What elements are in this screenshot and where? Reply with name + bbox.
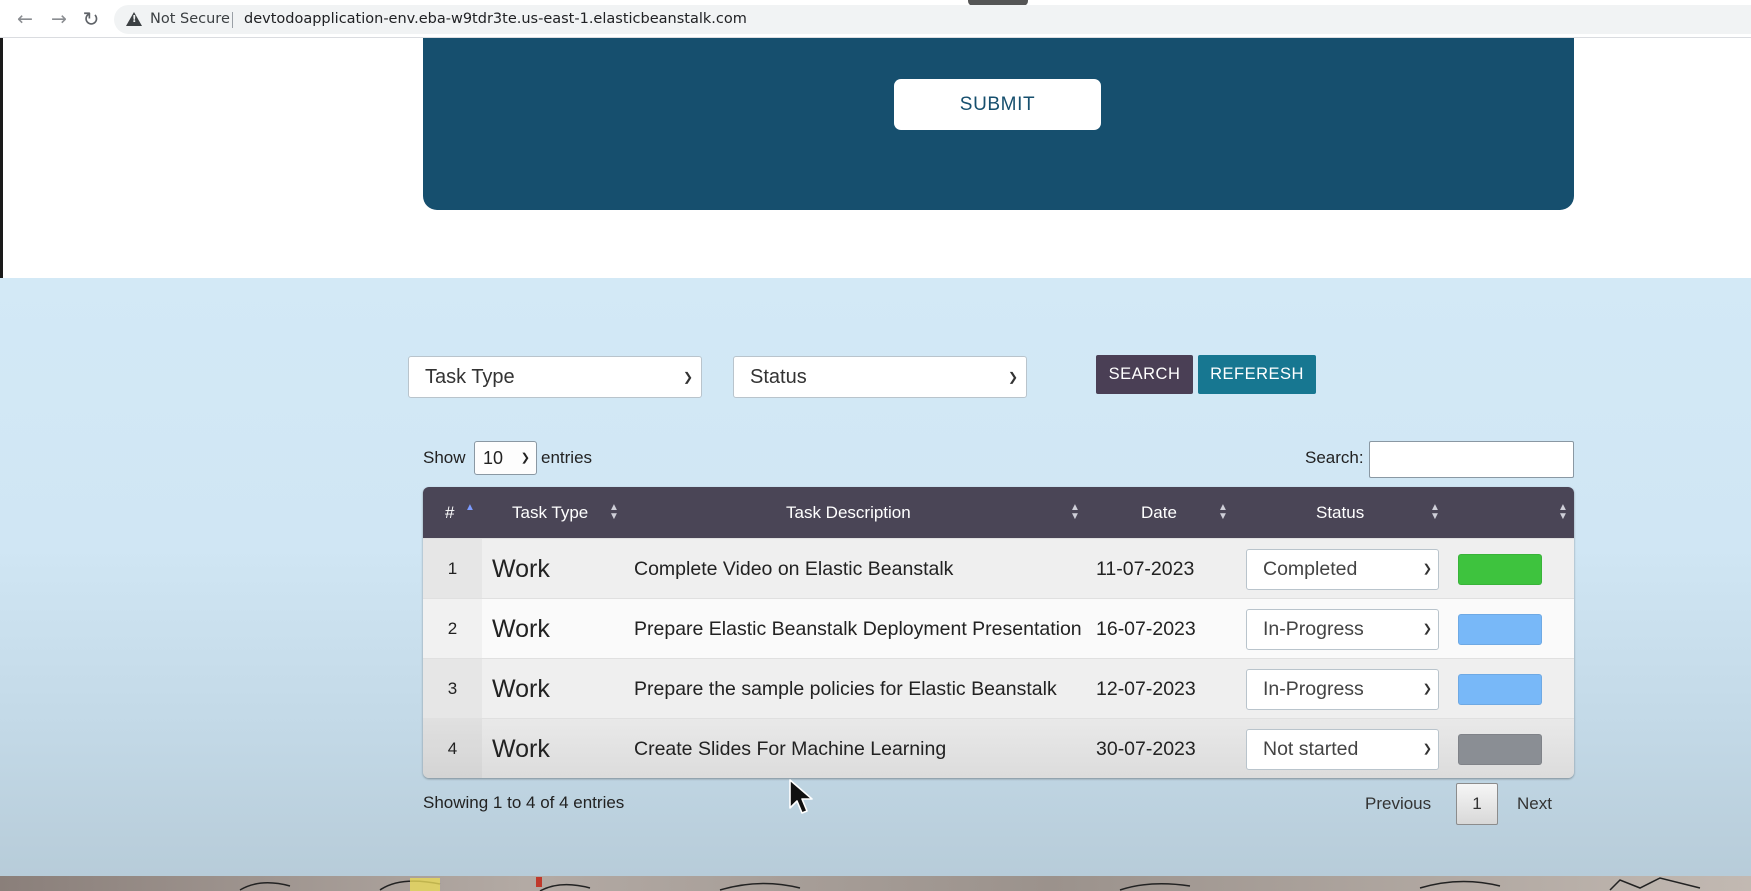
column-header-label: # — [445, 503, 455, 522]
browser-toolbar: ← → ↻ Not Secure devtodoapplication-env.… — [0, 0, 1751, 38]
pagination-previous[interactable]: Previous — [1365, 794, 1431, 814]
table-info: Showing 1 to 4 of 4 entries — [423, 793, 625, 812]
search-button[interactable]: SEARCH — [1096, 355, 1193, 394]
column-header-number[interactable]: # — [445, 487, 454, 538]
row-status-value: In-Progress — [1263, 678, 1364, 700]
submit-button[interactable]: SUBMIT — [894, 79, 1101, 130]
column-header-label: Task Type — [512, 503, 589, 522]
decorative-background-strip — [0, 876, 1751, 891]
table-search-input[interactable] — [1369, 441, 1574, 478]
chevron-down-icon: ❯ — [682, 370, 693, 384]
task-description-cell: Prepare Elastic Beanstalk Deployment Pre… — [634, 618, 1082, 640]
row-status-select[interactable]: In-Progress ❯ — [1246, 609, 1439, 650]
chevron-down-icon: ❯ — [1422, 683, 1432, 695]
task-type-cell: Work — [492, 735, 550, 763]
column-header-label: Status — [1316, 503, 1365, 522]
task-description-cell: Complete Video on Elastic Beanstalk — [634, 558, 954, 580]
table-search-label: Search: — [1305, 448, 1364, 467]
row-number: 4 — [423, 719, 482, 778]
sort-icon[interactable]: ▲ ▼ — [1070, 503, 1080, 522]
chevron-down-icon: ❯ — [1007, 370, 1018, 384]
entries-label: entries — [541, 448, 593, 467]
pagination-page[interactable]: 1 — [1456, 783, 1498, 825]
column-header-label: Task Description — [786, 503, 911, 522]
chevron-down-icon: ❯ — [1422, 623, 1432, 635]
row-status-select[interactable]: Completed ❯ — [1246, 549, 1439, 590]
sort-icon[interactable]: ▲ ▼ — [1558, 503, 1568, 522]
status-filter-value: Status — [750, 366, 807, 388]
chevron-down-icon: ❯ — [1422, 743, 1432, 755]
tasks-table: # ▲ Task Type ▲ ▼ Task Description ▲ ▼ Dat… — [423, 487, 1574, 778]
address-bar[interactable]: Not Secure devtodoapplication-env.eba-w9… — [114, 5, 1751, 34]
refresh-button[interactable]: REFERESH — [1198, 355, 1316, 394]
row-status-select[interactable]: Not started ❯ — [1246, 729, 1439, 770]
row-status-value: Not started — [1263, 738, 1359, 760]
task-date-cell: 30-07-2023 — [1096, 738, 1196, 760]
table-header: # ▲ Task Type ▲ ▼ Task Description ▲ ▼ Dat… — [423, 487, 1574, 538]
task-date-cell: 16-07-2023 — [1096, 618, 1196, 640]
task-date-cell: 11-07-2023 — [1096, 558, 1195, 580]
table-row: 1 Work Complete Video on Elastic Beansta… — [423, 538, 1574, 598]
task-type-cell: Work — [492, 615, 550, 643]
task-type-filter-value: Task Type — [425, 366, 515, 388]
table-row: 4 Work Create Slides For Machine Learnin… — [423, 718, 1574, 778]
mouse-cursor-icon — [789, 779, 813, 814]
forward-arrow-icon[interactable]: → — [48, 8, 70, 30]
back-arrow-icon[interactable]: ← — [14, 8, 36, 30]
column-header-status[interactable]: Status — [1316, 487, 1364, 538]
task-description-cell: Create Slides For Machine Learning — [634, 738, 947, 760]
sort-ascending-icon[interactable]: ▲ — [465, 503, 475, 513]
address-bar-divider — [232, 12, 233, 28]
row-status-select[interactable]: In-Progress ❯ — [1246, 669, 1439, 710]
table-row: 3 Work Prepare the sample policies for E… — [423, 658, 1574, 718]
row-number: 1 — [423, 539, 482, 599]
sort-icon[interactable]: ▲ ▼ — [1218, 503, 1228, 522]
row-status-value: In-Progress — [1263, 618, 1364, 640]
task-date-cell: 12-07-2023 — [1096, 678, 1196, 700]
column-header-description[interactable]: Task Description — [786, 487, 911, 538]
task-type-cell: Work — [492, 555, 550, 583]
pagination-next[interactable]: Next — [1517, 794, 1552, 814]
task-type-cell: Work — [492, 675, 550, 703]
sort-icon[interactable]: ▲ ▼ — [1430, 503, 1440, 522]
entries-per-page-value: 10 — [483, 448, 504, 468]
task-description-cell: Prepare the sample policies for Elastic … — [634, 678, 1057, 700]
table-row: 2 Work Prepare Elastic Beanstalk Deploym… — [423, 598, 1574, 658]
entries-per-page-select[interactable]: 10 ❯ — [474, 441, 537, 475]
reload-icon[interactable]: ↻ — [80, 8, 102, 30]
row-status-value: Completed — [1263, 558, 1358, 580]
sort-icon[interactable]: ▲ ▼ — [609, 503, 619, 522]
row-number: 2 — [423, 599, 482, 659]
status-color-swatch — [1458, 674, 1542, 705]
task-form-panel: SUBMIT — [423, 38, 1574, 210]
status-color-swatch — [1458, 734, 1542, 765]
chevron-down-icon: ❯ — [520, 452, 530, 464]
column-header-task-type[interactable]: Task Type — [512, 487, 588, 538]
url-text[interactable]: devtodoapplication-env.eba-w9tdr3te.us-e… — [244, 11, 747, 27]
column-header-label: Date — [1141, 503, 1177, 522]
security-indicator[interactable]: Not Secure — [150, 11, 230, 27]
task-type-filter-select[interactable]: Task Type ❯ — [408, 356, 702, 398]
column-header-date[interactable]: Date — [1141, 487, 1177, 538]
warning-icon[interactable] — [126, 12, 142, 26]
show-label: Show — [423, 448, 466, 467]
row-number: 3 — [423, 659, 482, 719]
chevron-down-icon: ❯ — [1422, 563, 1432, 575]
status-filter-select[interactable]: Status ❯ — [733, 356, 1027, 398]
status-color-swatch — [1458, 554, 1542, 585]
window-edge — [0, 38, 3, 278]
status-color-swatch — [1458, 614, 1542, 645]
doodle-illustration — [239, 877, 1701, 891]
